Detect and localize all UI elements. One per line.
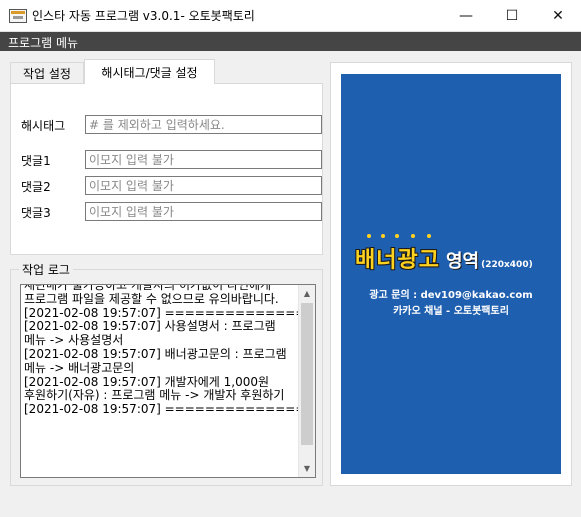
banner-title: 배너광고 영역 (220x400)	[355, 242, 533, 274]
hashtag-input[interactable]	[86, 116, 321, 133]
log-line: [2021-02-08 19:57:07] 개발자에게 1,000원 후원하기(…	[24, 374, 285, 403]
banner-ad[interactable]: 배너광고 영역 (220x400) 광고 문의 : dev109@kakao.com…	[341, 74, 561, 474]
comment2-input[interactable]	[86, 177, 321, 194]
log-scrollbar[interactable]: ▲ ▼	[298, 285, 315, 477]
log-line: [2021-02-08 19:57:07] 사용설명서 : 프로그램 메뉴 ->…	[24, 319, 276, 348]
banner-title-main: 배너광고	[355, 248, 440, 273]
comment2-field-wrap	[85, 176, 322, 195]
hashtag-field-wrap	[85, 115, 322, 134]
title-bar: 인스타 자동 프로그램 v3.0.1- 오토봇팩토리 — ☐ ✕	[0, 0, 581, 32]
banner-dots-decoration	[367, 234, 441, 240]
log-line: [2021-02-08 19:57:07] ==================…	[24, 305, 316, 320]
tab-job-settings[interactable]: 작업 설정	[10, 62, 84, 84]
work-log-textbox[interactable]: 재판매가 불가능하고 개발자의 허가없이 타인에게 프로그램 파일을 제공할 수…	[20, 284, 316, 478]
comment3-field-wrap	[85, 202, 322, 221]
scroll-thumb[interactable]	[301, 303, 313, 445]
banner-contact: 광고 문의 : dev109@kakao.com	[369, 290, 533, 301]
log-line: [2021-02-08 19:57:07] 배너광고문의 : 프로그램 메뉴 -…	[24, 346, 287, 375]
log-lines: 재판매가 불가능하고 개발자의 허가없이 타인에게 프로그램 파일을 제공할 수…	[24, 284, 316, 417]
settings-panel: 해시태그 댓글1 댓글2 댓글3	[10, 83, 323, 255]
close-button[interactable]: ✕	[535, 0, 581, 31]
comment2-label: 댓글2	[21, 180, 51, 194]
menu-bar: 프로그램 메뉴	[0, 32, 581, 51]
comment3-input[interactable]	[86, 203, 321, 220]
comment1-label: 댓글1	[21, 154, 51, 168]
comment1-input[interactable]	[86, 151, 321, 168]
scroll-up-arrow-icon[interactable]: ▲	[299, 285, 315, 302]
hashtag-label: 해시태그	[21, 119, 66, 133]
comment3-label: 댓글3	[21, 206, 51, 220]
tab-hashtag-comment-settings[interactable]: 해시태그/댓글 설정	[84, 59, 215, 84]
log-line: 재판매가 불가능하고 개발자의 허가없이 타인에게 프로그램 파일을 제공할 수…	[24, 284, 279, 306]
banner-channel: 카카오 채널 - 오토봇팩토리	[393, 306, 509, 317]
banner-title-area: 영역	[445, 251, 480, 272]
scroll-down-arrow-icon[interactable]: ▼	[299, 460, 315, 477]
banner-size: (220x400)	[481, 260, 533, 270]
log-line: [2021-02-08 19:57:07] ==================…	[24, 402, 316, 417]
window-title: 인스타 자동 프로그램 v3.0.1- 오토봇팩토리	[32, 9, 255, 23]
maximize-button[interactable]: ☐	[489, 0, 535, 31]
comment1-field-wrap	[85, 150, 322, 169]
minimize-button[interactable]: —	[443, 0, 489, 31]
menu-program[interactable]: 프로그램 메뉴	[8, 34, 78, 51]
work-log-title: 작업 로그	[19, 261, 73, 278]
app-window-icon	[9, 9, 27, 23]
